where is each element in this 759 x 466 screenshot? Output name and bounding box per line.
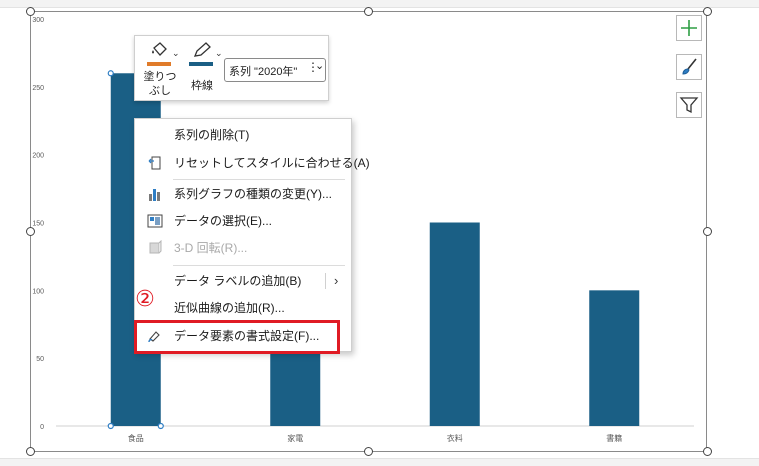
context-menu: 系列の削除(T) リセットしてスタイルに合わせる(A) 系列グラフの種類の変更(… <box>134 118 370 352</box>
menu-item-label: データ ラベルの追加(B) <box>174 274 302 288</box>
menu-item-label: データの選択(E)... <box>174 214 272 228</box>
y-tick-label: 100 <box>32 288 44 295</box>
y-tick-label: 300 <box>32 17 44 24</box>
submenu-divider <box>325 273 326 289</box>
menu-separator <box>173 265 345 266</box>
resize-handle-bottom-center[interactable] <box>364 447 373 456</box>
fill-button[interactable]: ⌄ 塗りつ ぶし <box>143 40 181 98</box>
menu-item-label: 系列の削除(T) <box>174 128 250 142</box>
menu-item-label: 系列グラフの種類の変更(Y)... <box>174 187 332 201</box>
resize-handle-bottom-left[interactable] <box>26 447 35 456</box>
bar-selection-handle[interactable] <box>107 70 114 77</box>
fill-label-line2: ぶし <box>149 85 171 97</box>
paint-bucket-icon <box>152 42 167 56</box>
submenu-chevron-right-icon: › <box>334 273 339 288</box>
x-tick-label: 書籍 <box>606 433 622 443</box>
x-tick-label: 家電 <box>287 433 303 443</box>
menu-item-label: リセットしてスタイルに合わせる(A) <box>174 156 370 170</box>
bar-selection-handle[interactable] <box>157 422 164 430</box>
x-tick-label: 食品 <box>128 433 144 443</box>
series-select-chevron-icon: ⌄ <box>315 60 325 72</box>
menu-item-change-chart-type[interactable]: 系列グラフの種類の変更(Y)... <box>135 181 351 207</box>
menu-separator <box>173 179 345 180</box>
chart-filters-button[interactable] <box>676 92 702 118</box>
outline-color-swatch <box>189 62 213 66</box>
bar-3[interactable] <box>429 222 480 427</box>
menu-item-add-data-labels[interactable]: データ ラベルの追加(B) › <box>135 268 351 294</box>
resize-handle-middle-left[interactable] <box>26 227 35 236</box>
rotate-3d-icon <box>149 240 162 254</box>
bar-selection-handle[interactable] <box>107 422 114 430</box>
chart-elements-button[interactable] <box>676 15 702 41</box>
resize-handle-top-center[interactable] <box>364 7 373 16</box>
filter-icon <box>679 97 699 114</box>
menu-item-add-trendline[interactable]: 近似曲線の追加(R)... <box>135 295 351 321</box>
chart-plot[interactable]: 0 50 100 150 200 250 300 食品 家電 衣料 書籍 <box>0 0 759 466</box>
resize-handle-top-left[interactable] <box>26 7 35 16</box>
menu-item-reset-style[interactable]: リセットしてスタイルに合わせる(A) <box>135 150 370 176</box>
fill-color-swatch <box>147 62 171 66</box>
series-select-value: 系列 "2020年" <box>229 66 298 78</box>
resize-handle-bottom-right[interactable] <box>703 447 712 456</box>
highlight-box <box>134 320 340 354</box>
menu-item-delete-series[interactable]: 系列の削除(T) <box>135 122 351 148</box>
fill-label-line1: 塗りつ <box>143 71 177 83</box>
menu-item-label: 3-D 回転(R)... <box>174 241 248 255</box>
fill-dropdown-chevron-icon: ⌄ <box>172 48 180 58</box>
menu-item-label: 近似曲線の追加(R)... <box>174 301 285 315</box>
pen-icon <box>193 42 211 57</box>
brush-icon <box>682 58 697 75</box>
y-tick-label: 200 <box>32 153 44 160</box>
y-tick-label: 250 <box>32 85 44 92</box>
select-data-icon <box>147 214 163 228</box>
bar-4[interactable] <box>589 290 640 426</box>
outline-button[interactable]: ⌄ 枠線 <box>185 40 223 98</box>
resize-handle-middle-right[interactable] <box>703 227 712 236</box>
chart-styles-button[interactable] <box>676 54 702 80</box>
y-tick-label: 0 <box>40 424 44 431</box>
reset-style-icon <box>148 156 161 170</box>
plus-icon <box>681 20 697 36</box>
menu-item-3d-rotation[interactable]: 3-D 回転(R)... <box>135 235 351 261</box>
y-tick-label: 150 <box>32 221 44 228</box>
x-tick-label: 衣料 <box>447 433 463 443</box>
outline-label: 枠線 <box>191 80 213 92</box>
y-tick-label: 50 <box>36 356 44 363</box>
chart-type-icon <box>149 189 160 201</box>
resize-handle-top-right[interactable] <box>703 7 712 16</box>
menu-item-select-data[interactable]: データの選択(E)... <box>135 208 351 234</box>
outline-dropdown-chevron-icon: ⌄ <box>215 48 223 58</box>
step-number-badge: ② <box>135 286 155 311</box>
